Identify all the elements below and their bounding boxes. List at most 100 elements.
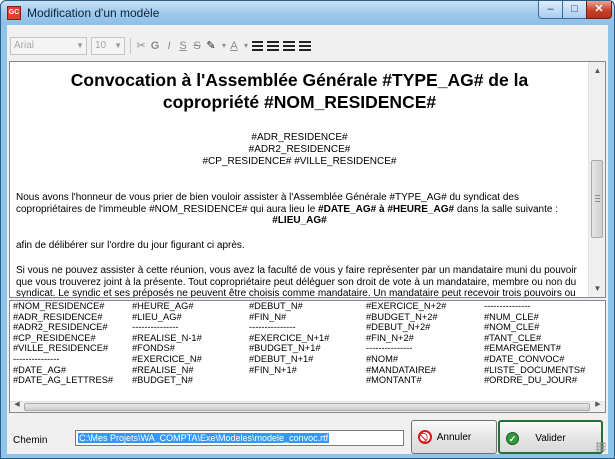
merge-field-item[interactable]: #FIN_N+2# <box>366 333 484 344</box>
editor-vertical-scrollbar[interactable]: ▲ ▼ <box>588 62 605 297</box>
merge-fields-list[interactable]: #NOM_RESIDENCE# #HEURE_AG# #DEBUT_N# #EXERC… <box>9 300 606 413</box>
merge-field-item[interactable]: #NOM# <box>366 354 484 365</box>
chemin-field[interactable]: C:\Mes Projets\WA_COMPTA\Exe\Modeles\mod… <box>75 430 404 446</box>
maximize-button[interactable]: □ <box>562 1 587 19</box>
address-line: #ADR2_RESIDENCE# <box>248 144 351 155</box>
address-line: #ADR_RESIDENCE# <box>251 132 348 143</box>
chevron-down-icon: ▼ <box>76 41 84 50</box>
merge-field-item[interactable]: #LISTE_DOCUMENTS# <box>484 365 603 376</box>
dialog-window: GC Modification d'un modèle – □ ✕ Arial … <box>0 0 615 459</box>
merge-field-item[interactable]: #MONTANT# <box>366 375 484 386</box>
italic-button[interactable]: I <box>162 38 176 54</box>
merge-field-item[interactable]: #FIN_N# <box>249 312 366 323</box>
merge-field-item[interactable]: #MANDATAIRE# <box>366 365 484 376</box>
font-name-value: Arial <box>14 40 35 51</box>
scroll-thumb[interactable] <box>591 160 603 238</box>
dialog-body: Arial ▼ 10 ▼ ✂ G I S S ✎ ▾ A ▾ Convocati… <box>7 25 608 454</box>
resize-grip-icon[interactable] <box>596 442 606 452</box>
cut-icon[interactable]: ✂ <box>134 38 148 54</box>
font-size-combo[interactable]: 10 ▼ <box>91 37 125 55</box>
merge-field-item[interactable]: --------------- <box>13 354 132 365</box>
scroll-thumb[interactable] <box>24 403 590 411</box>
merge-field-item[interactable]: #EXERCICE_N+2# <box>366 301 484 312</box>
merge-field-item[interactable]: #DEBUT_N+1# <box>249 354 366 365</box>
annuler-label: Annuler <box>436 432 472 443</box>
merge-field-item[interactable]: #BUDGET_N+2# <box>366 312 484 323</box>
hour-field: #HEURE_AG# <box>387 203 455 215</box>
align-justify-icon[interactable] <box>298 38 312 54</box>
deliberation-paragraph: afin de délibérer sur l'ordre du jour fi… <box>16 239 245 251</box>
date-field: #DATE_AG# <box>318 203 377 215</box>
font-size-value: 10 <box>95 40 107 51</box>
highlight-icon[interactable]: ✎ <box>204 38 218 54</box>
merge-field-item[interactable]: --------------- <box>132 322 249 333</box>
merge-field-item[interactable]: --------------- <box>366 343 484 354</box>
font-name-combo[interactable]: Arial ▼ <box>10 37 87 55</box>
chemin-value: C:\Mes Projets\WA_COMPTA\Exe\Modeles\mod… <box>78 433 330 443</box>
merge-field-item[interactable]: #EXERCICE_N+1# <box>249 333 366 344</box>
valider-button[interactable]: ✓ Valider <box>498 420 603 454</box>
merge-field-item[interactable]: #DEBUT_N# <box>249 301 366 312</box>
align-center-icon[interactable] <box>266 38 280 54</box>
bold-button[interactable]: G <box>148 38 162 54</box>
merge-field-item[interactable]: #LIEU_AG# <box>132 312 249 323</box>
paragraph-text: dans la salle suivante : <box>454 203 558 215</box>
align-left-icon[interactable] <box>250 38 264 54</box>
merge-field-item[interactable]: #REALISE_N-1# <box>132 333 249 344</box>
underline-button[interactable]: S <box>176 38 190 54</box>
merge-field-item[interactable]: #EXERCICE_N# <box>132 354 249 365</box>
app-icon: GC <box>7 6 21 20</box>
merge-fields-grid: #NOM_RESIDENCE# #HEURE_AG# #DEBUT_N# #EXERC… <box>13 301 603 401</box>
merge-field-item[interactable]: #ADR2_RESIDENCE# <box>13 322 132 333</box>
merge-field-item[interactable]: #HEURE_AG# <box>132 301 249 312</box>
strikethrough-button[interactable]: S <box>190 38 204 54</box>
merge-field-item <box>249 375 366 386</box>
merge-field-item[interactable]: #BUDGET_N# <box>132 375 249 386</box>
merge-field-item[interactable]: #DATE_AG_LETTRES# <box>13 375 132 386</box>
merge-field-item[interactable]: #NOM_RESIDENCE# <box>13 301 132 312</box>
title-line-1: Convocation à l'Assemblée Générale #TYPE… <box>70 70 529 90</box>
merge-field-item[interactable]: #FONDS# <box>132 343 249 354</box>
merge-field-item[interactable]: --------------- <box>249 322 366 333</box>
merge-field-item[interactable]: #REALISE_N# <box>132 365 249 376</box>
merge-field-item[interactable]: #DEBUT_N+2# <box>366 322 484 333</box>
paragraph-text: à <box>376 203 388 215</box>
title-bar[interactable]: GC Modification d'un modèle – □ ✕ <box>1 1 614 25</box>
address-line: #CP_RESIDENCE# #VILLE_RESIDENCE# <box>202 156 397 167</box>
merge-field-item[interactable]: #DATE_CONVOC# <box>484 354 603 365</box>
fields-horizontal-scrollbar[interactable]: ◀ ▶ <box>10 401 605 412</box>
merge-field-item[interactable]: #FIN_N+1# <box>249 365 366 376</box>
scroll-left-icon[interactable]: ◀ <box>11 400 23 412</box>
merge-field-item[interactable]: #ORDRE_DU_JOUR# <box>484 375 603 386</box>
title-line-2: copropriété #NOM_RESIDENCE# <box>162 92 437 112</box>
invitation-paragraph: Nous avons l'honneur de vous prier de bi… <box>16 192 583 215</box>
merge-field-item[interactable]: --------------- <box>484 301 603 312</box>
scroll-down-icon[interactable]: ▼ <box>589 280 605 297</box>
chemin-label: Chemin <box>13 435 48 446</box>
merge-field-item[interactable]: #NUM_CLE# <box>484 312 603 323</box>
merge-field-item[interactable]: #DATE_AG# <box>13 365 132 376</box>
scroll-up-icon[interactable]: ▲ <box>589 62 605 79</box>
document-title: Convocation à l'Assemblée Générale #TYPE… <box>16 69 583 113</box>
merge-field-item[interactable]: #EMARGEMENT# <box>484 343 603 354</box>
lieu-field: #LIEU_AG# <box>272 215 327 226</box>
merge-field-item[interactable]: #ADR_RESIDENCE# <box>13 312 132 323</box>
merge-field-item[interactable]: #VILLE_RESIDENCE# <box>13 343 132 354</box>
window-title: Modification d'un modèle <box>27 6 160 20</box>
mandate-paragraph: Si vous ne pouvez assister à cette réuni… <box>16 265 577 298</box>
minimize-button[interactable]: – <box>538 1 563 19</box>
rich-text-editor[interactable]: Convocation à l'Assemblée Générale #TYPE… <box>9 61 606 298</box>
merge-field-item[interactable]: #BUDGET_N+1# <box>249 343 366 354</box>
chevron-down-icon: ▼ <box>114 41 122 50</box>
valider-label: Valider <box>535 433 566 444</box>
annuler-button[interactable]: ⃠ Annuler <box>411 420 497 454</box>
document-content[interactable]: Convocation à l'Assemblée Générale #TYPE… <box>10 62 589 297</box>
merge-field-item[interactable]: #CP_RESIDENCE# <box>13 333 132 344</box>
address-block: #ADR_RESIDENCE# #ADR2_RESIDENCE# #CP_RES… <box>16 132 583 168</box>
close-button[interactable]: ✕ <box>586 1 612 19</box>
merge-field-item[interactable]: #NOM_CLE# <box>484 322 603 333</box>
merge-field-item[interactable]: #TANT_CLE# <box>484 333 603 344</box>
align-right-icon[interactable] <box>282 38 296 54</box>
format-toolbar: Arial ▼ 10 ▼ ✂ G I S S ✎ ▾ A ▾ <box>7 34 608 60</box>
scroll-right-icon[interactable]: ▶ <box>592 400 604 412</box>
